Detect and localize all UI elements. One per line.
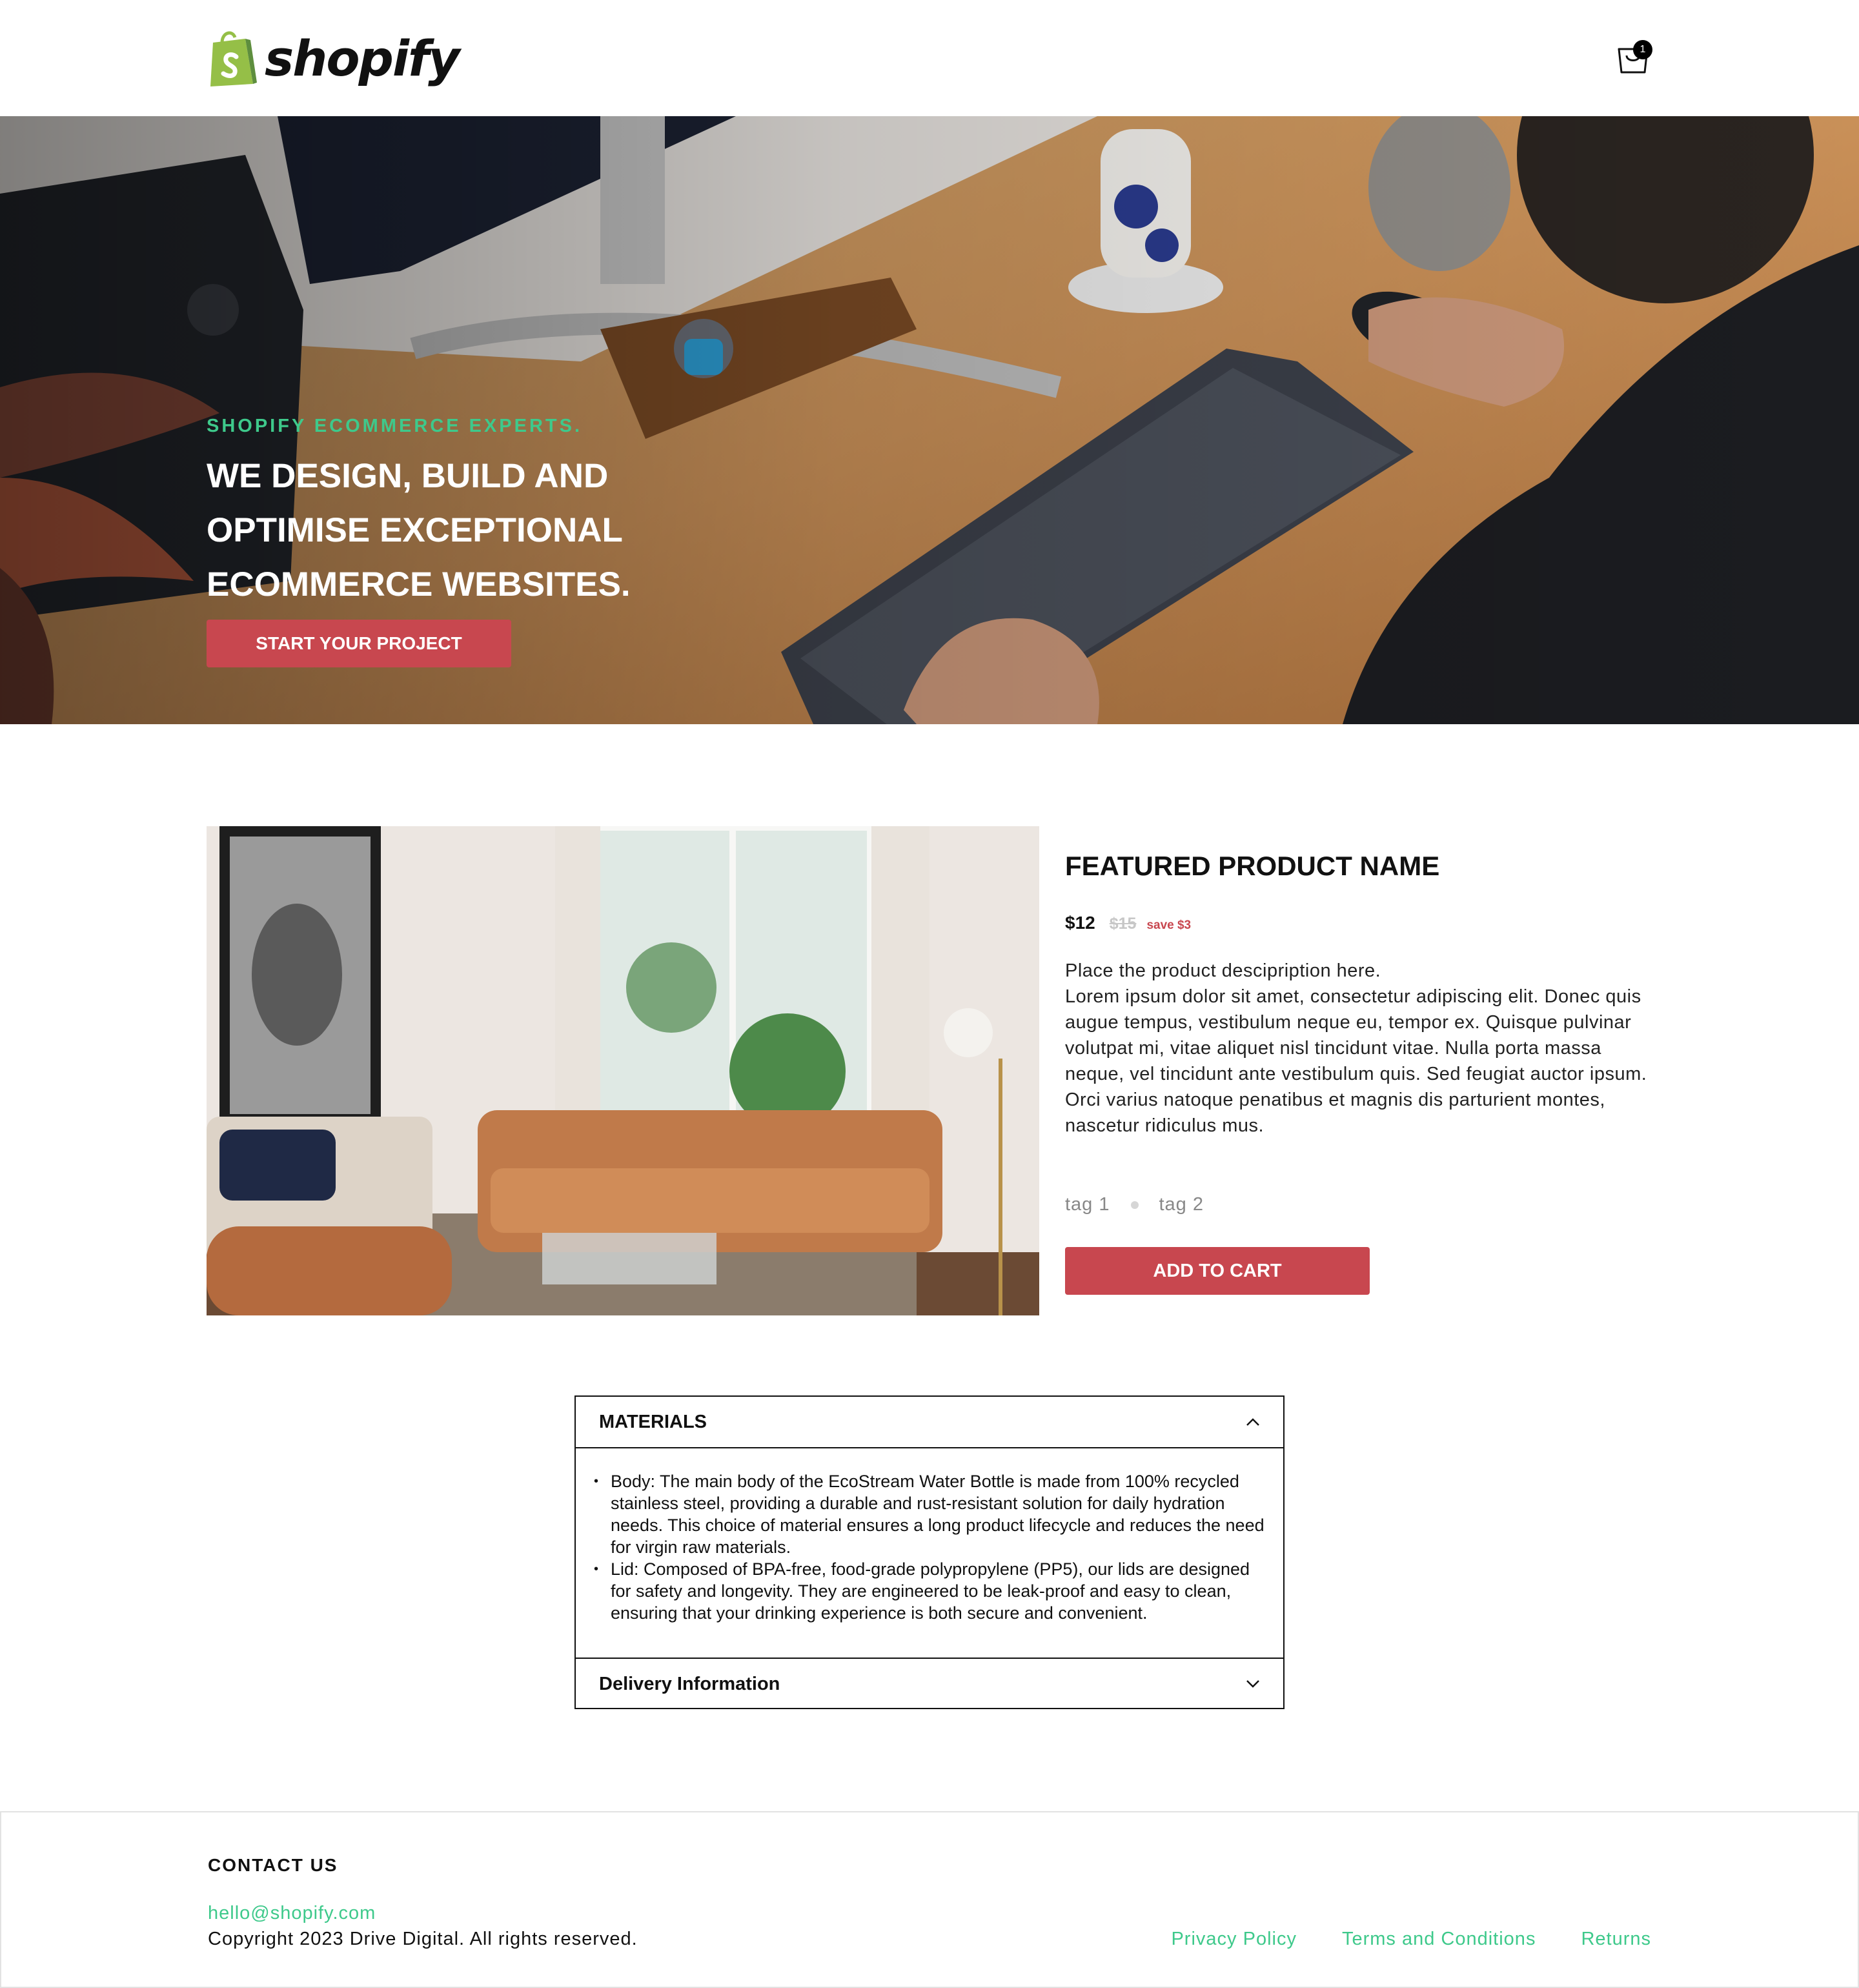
accordion-body-materials: Body: The main body of the EcoStream Wat… — [576, 1450, 1283, 1658]
product-tags: tag 1 tag 2 — [1065, 1194, 1204, 1215]
hero-banner: SHOPIFY ECOMMERCE EXPERTS. WE DESIGN, BU… — [0, 116, 1859, 724]
description-line: Place the product descipription here. — [1065, 960, 1381, 981]
materials-item: Lid: Composed of BPA-free, food-grade po… — [594, 1558, 1268, 1624]
price-current: $12 — [1065, 913, 1095, 933]
logo-text: shopify — [265, 29, 460, 87]
footer-links: Privacy Policy Terms and Conditions Retu… — [1171, 1929, 1651, 1950]
hero-title-line: OPTIMISE EXCEPTIONAL — [207, 511, 623, 549]
product-description: Place the product descipription here. Lo… — [1065, 958, 1659, 1139]
product-title: FEATURED PRODUCT NAME — [1065, 851, 1440, 881]
start-project-button[interactable]: START YOUR PROJECT — [207, 620, 511, 667]
product-image — [207, 826, 1039, 1315]
description-body: Lorem ipsum dolor sit amet, consectetur … — [1065, 986, 1647, 1136]
accordion-title: MATERIALS — [599, 1411, 707, 1432]
copyright-text: Copyright 2023 Drive Digital. All rights… — [208, 1929, 638, 1949]
contact-email-link[interactable]: hello@shopify.com — [208, 1903, 376, 1924]
hero-title: WE DESIGN, BUILD AND OPTIMISE EXCEPTIONA… — [207, 449, 723, 612]
chevron-down-icon — [1246, 1680, 1259, 1688]
shopify-bag-icon — [210, 31, 257, 86]
add-to-cart-button[interactable]: ADD TO CART — [1065, 1247, 1370, 1295]
cart-count-badge: 1 — [1633, 40, 1652, 59]
tag[interactable]: tag 1 — [1065, 1194, 1110, 1215]
contact-heading: CONTACT US — [208, 1855, 338, 1875]
save-badge: save $3 — [1146, 918, 1192, 932]
tag[interactable]: tag 2 — [1159, 1194, 1204, 1215]
site-header: shopify 1 — [0, 0, 1859, 116]
price-row: $12 $15 save $3 — [1065, 913, 1191, 933]
product-accordion: MATERIALS Body: The main body of the Eco… — [574, 1395, 1285, 1709]
accordion-header-materials[interactable]: MATERIALS — [576, 1397, 1283, 1448]
chevron-up-icon — [1246, 1418, 1259, 1426]
returns-link[interactable]: Returns — [1581, 1929, 1651, 1950]
accordion-header-delivery[interactable]: Delivery Information — [576, 1658, 1283, 1709]
price-original: $15 — [1109, 915, 1137, 933]
terms-link[interactable]: Terms and Conditions — [1342, 1929, 1536, 1950]
site-footer: CONTACT US hello@shopify.com Copyright 2… — [0, 1811, 1859, 1988]
hero-title-line: ECOMMERCE WEBSITES. — [207, 565, 631, 604]
materials-item: Body: The main body of the EcoStream Wat… — [594, 1470, 1268, 1558]
shopify-logo[interactable]: shopify — [207, 28, 460, 88]
accordion-title: Delivery Information — [599, 1673, 780, 1694]
hero-eyebrow: SHOPIFY ECOMMERCE EXPERTS. — [207, 416, 583, 436]
tag-separator — [1130, 1201, 1139, 1209]
hero-title-line: WE DESIGN, BUILD AND — [207, 457, 609, 495]
privacy-policy-link[interactable]: Privacy Policy — [1171, 1929, 1297, 1950]
